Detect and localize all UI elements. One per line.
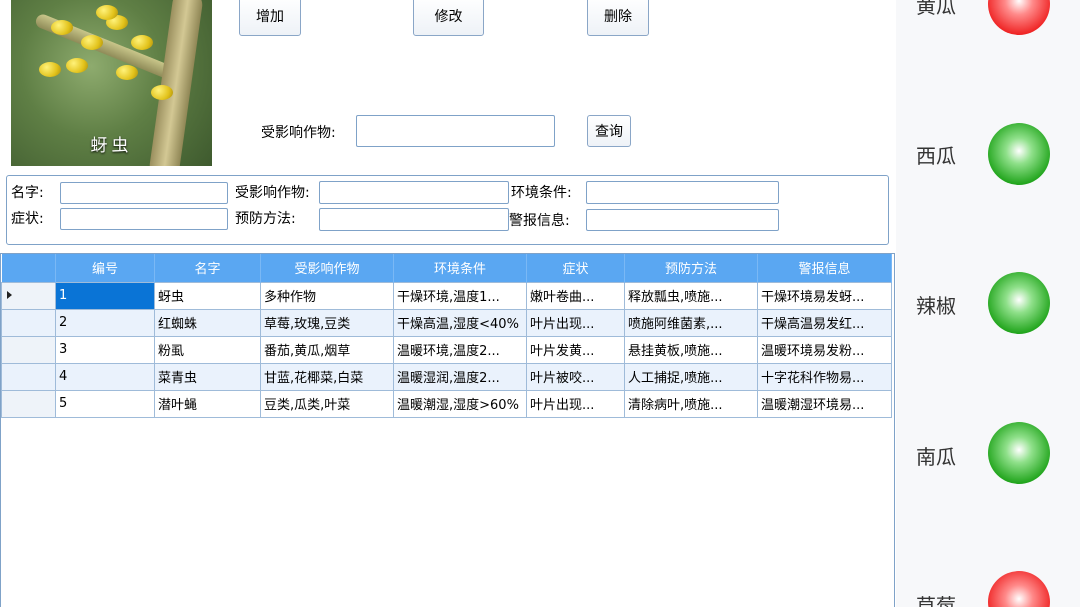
column-header-prevention[interactable]: 预防方法 <box>624 254 758 282</box>
cell-name[interactable]: 红蜘蛛 <box>154 308 261 337</box>
cell-alert[interactable]: 干燥环境易发蚜... <box>757 281 892 310</box>
cell-prevention[interactable]: 清除病叶,喷施... <box>624 389 758 418</box>
prevention-input[interactable] <box>319 208 509 231</box>
environment-label: 环境条件: <box>511 185 572 201</box>
cell-symptom[interactable]: 叶片出现... <box>526 308 625 337</box>
cell-name[interactable]: 蚜虫 <box>154 281 261 310</box>
aphid-icon <box>81 35 103 50</box>
row-header[interactable] <box>1 308 56 337</box>
delete-button[interactable]: 删除 <box>587 0 649 36</box>
column-header-name[interactable]: 名字 <box>154 254 261 282</box>
pest-table: 编号 名字 受影响作物 环境条件 症状 预防方法 警报信息 1 蚜虫 多种作物 … <box>1 254 892 418</box>
table-header-row: 编号 名字 受影响作物 环境条件 症状 预防方法 警报信息 <box>1 254 892 282</box>
column-header-environment[interactable]: 环境条件 <box>393 254 527 282</box>
environment-input[interactable] <box>586 181 779 204</box>
cell-affected-crops[interactable]: 多种作物 <box>260 281 394 310</box>
aphid-icon <box>116 65 138 80</box>
cell-name[interactable]: 粉虱 <box>154 335 261 364</box>
symptom-input[interactable] <box>60 208 228 230</box>
cell-affected-crops[interactable]: 豆类,瓜类,叶菜 <box>260 389 394 418</box>
status-lamp-green-icon <box>988 272 1050 334</box>
name-input[interactable] <box>60 182 228 204</box>
cell-prevention[interactable]: 人工捕捉,喷施... <box>624 362 758 391</box>
alert-label: 警报信息: <box>509 213 570 229</box>
current-row-arrow-icon <box>7 291 12 299</box>
affected-crop-label: 受影响作物: <box>235 185 310 201</box>
cell-environment[interactable]: 温暖环境,温度2... <box>393 335 527 364</box>
pest-data-grid[interactable]: 编号 名字 受影响作物 环境条件 症状 预防方法 警报信息 1 蚜虫 多种作物 … <box>0 253 895 607</box>
table-row[interactable]: 2 红蜘蛛 草莓,玫瑰,豆类 干燥高温,湿度<40% 叶片出现... 喷施阿维菌… <box>1 308 892 337</box>
cell-id[interactable]: 5 <box>55 389 155 418</box>
table-row[interactable]: 5 潜叶蝇 豆类,瓜类,叶菜 温暖潮湿,湿度>60% 叶片出现... 清除病叶,… <box>1 389 892 418</box>
cell-prevention[interactable]: 释放瓢虫,喷施... <box>624 281 758 310</box>
cell-symptom[interactable]: 叶片发黄... <box>526 335 625 364</box>
prevention-label: 预防方法: <box>235 211 296 227</box>
status-lamp-green-icon <box>988 123 1050 185</box>
cell-prevention[interactable]: 喷施阿维菌素,... <box>624 308 758 337</box>
symptom-label: 症状: <box>11 211 44 227</box>
cell-id[interactable]: 4 <box>55 362 155 391</box>
row-header[interactable] <box>1 362 56 391</box>
row-header-corner <box>1 254 56 282</box>
crop-label-watermelon: 西瓜 <box>916 144 956 168</box>
aphid-icon <box>66 58 88 73</box>
pest-photo: 蚜虫 <box>11 0 212 166</box>
cell-affected-crops[interactable]: 甘蓝,花椰菜,白菜 <box>260 362 394 391</box>
column-header-symptom[interactable]: 症状 <box>526 254 625 282</box>
query-crop-input[interactable] <box>356 115 555 147</box>
photo-caption: 蚜虫 <box>90 136 133 156</box>
cell-alert[interactable]: 十字花科作物易... <box>757 362 892 391</box>
cell-symptom[interactable]: 叶片被咬... <box>526 362 625 391</box>
table-row[interactable]: 3 粉虱 番茄,黄瓜,烟草 温暖环境,温度2... 叶片发黄... 悬挂黄板,喷… <box>1 335 892 364</box>
aphid-icon <box>131 35 153 50</box>
table-row[interactable]: 1 蚜虫 多种作物 干燥环境,温度1... 嫩叶卷曲... 释放瓢虫,喷施...… <box>1 281 892 310</box>
cell-environment[interactable]: 干燥环境,温度1... <box>393 281 527 310</box>
row-header[interactable] <box>1 335 56 364</box>
add-button[interactable]: 增加 <box>239 0 301 36</box>
cell-symptom[interactable]: 嫩叶卷曲... <box>526 281 625 310</box>
aphid-icon <box>151 85 173 100</box>
crop-label-pepper: 辣椒 <box>916 294 956 318</box>
cell-affected-crops[interactable]: 草莓,玫瑰,豆类 <box>260 308 394 337</box>
crop-label-strawberry: 草莓 <box>916 594 956 607</box>
cell-symptom[interactable]: 叶片出现... <box>526 389 625 418</box>
cell-alert[interactable]: 温暖潮湿环境易... <box>757 389 892 418</box>
cell-environment[interactable]: 温暖湿润,温度2... <box>393 362 527 391</box>
row-header[interactable] <box>1 389 56 418</box>
aphid-icon <box>51 20 73 35</box>
cell-alert[interactable]: 温暖环境易发粉... <box>757 335 892 364</box>
name-label: 名字: <box>11 185 44 201</box>
cell-id[interactable]: 3 <box>55 335 155 364</box>
cell-name[interactable]: 潜叶蝇 <box>154 389 261 418</box>
column-header-alert[interactable]: 警报信息 <box>757 254 892 282</box>
row-header[interactable] <box>1 281 56 310</box>
cell-id[interactable]: 1 <box>55 281 155 310</box>
cell-affected-crops[interactable]: 番茄,黄瓜,烟草 <box>260 335 394 364</box>
column-header-id[interactable]: 编号 <box>55 254 155 282</box>
affected-crop-input[interactable] <box>319 181 509 204</box>
cell-alert[interactable]: 干燥高温易发红... <box>757 308 892 337</box>
edit-button[interactable]: 修改 <box>413 0 484 36</box>
aphid-icon <box>39 62 61 77</box>
query-crop-label: 受影响作物: <box>261 125 336 141</box>
cell-name[interactable]: 菜青虫 <box>154 362 261 391</box>
column-header-affected-crops[interactable]: 受影响作物 <box>260 254 394 282</box>
alert-input[interactable] <box>586 209 779 231</box>
crop-label-cucumber: 黄瓜 <box>916 0 956 18</box>
cell-environment[interactable]: 温暖潮湿,湿度>60% <box>393 389 527 418</box>
cell-id[interactable]: 2 <box>55 308 155 337</box>
status-lamp-green-icon <box>988 422 1050 484</box>
table-row[interactable]: 4 菜青虫 甘蓝,花椰菜,白菜 温暖湿润,温度2... 叶片被咬... 人工捕捉… <box>1 362 892 391</box>
cell-environment[interactable]: 干燥高温,湿度<40% <box>393 308 527 337</box>
cell-prevention[interactable]: 悬挂黄板,喷施... <box>624 335 758 364</box>
query-button[interactable]: 查询 <box>587 115 631 147</box>
aphid-icon <box>96 5 118 20</box>
crop-label-pumpkin: 南瓜 <box>916 445 956 469</box>
